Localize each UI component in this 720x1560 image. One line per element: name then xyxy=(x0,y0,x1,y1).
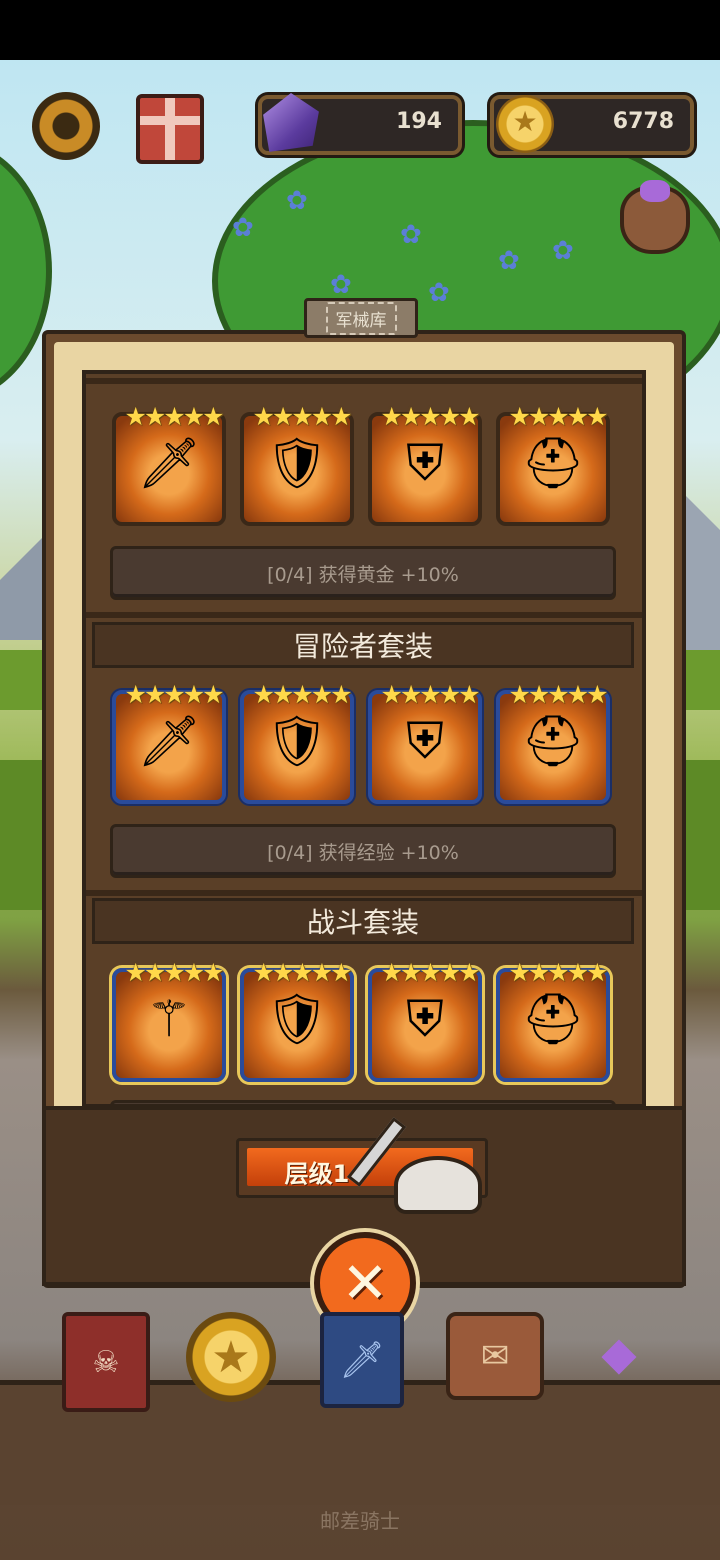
helmet-icon: ⛑ xyxy=(521,434,585,492)
gift-ribbon xyxy=(165,98,175,160)
star-rating: ★★★★★ xyxy=(380,680,480,709)
flower: ✿ xyxy=(330,270,352,300)
flower: ✿ xyxy=(286,186,308,216)
star-rating: ★★★★★ xyxy=(508,680,608,709)
set-title: 战斗套装 xyxy=(92,898,634,944)
sword-icon: 🗡 xyxy=(137,434,201,492)
set-bonus: [0/4] 获得经验 +10% xyxy=(110,824,616,878)
backpack-icon[interactable]: ✉ xyxy=(446,1312,544,1400)
equipment-slot[interactable]: ★★★★★ 🛡 xyxy=(240,402,354,526)
star-rating: ★★★★★ xyxy=(124,402,224,431)
set-title: 冒险者套装 xyxy=(92,622,634,668)
settings-gear-icon[interactable] xyxy=(32,87,100,165)
flower: ✿ xyxy=(400,220,422,250)
star-rating: ★★★★★ xyxy=(252,680,352,709)
equipment-slot[interactable]: ★★★★★ ⛨ xyxy=(368,958,482,1082)
star-rating: ★★★★★ xyxy=(508,402,608,431)
set-divider xyxy=(86,612,642,618)
star-rating: ★★★★★ xyxy=(380,402,480,431)
star-rating: ★★★★★ xyxy=(380,958,480,987)
helmet-dome xyxy=(394,1156,482,1214)
dagger-icon: 🗡 xyxy=(137,712,201,770)
panel-title-tab: 军械库 xyxy=(304,298,418,338)
equipment-slot[interactable]: ★★★★★ ⛑ xyxy=(496,958,610,1082)
gold-coin-icon[interactable]: ★ xyxy=(186,1312,276,1402)
star-rating: ★★★★★ xyxy=(252,402,352,431)
equipment-set-list[interactable]: ★★★★★ 🗡 ★★★★★ 🛡 ★★★★★ ⛨ ★★★★★ ⛑ [0/4] 获得… xyxy=(82,370,646,1108)
loot-bag-icon[interactable] xyxy=(620,180,690,254)
gem-counter[interactable]: 194 xyxy=(258,93,462,155)
gift-ribbon xyxy=(140,116,200,125)
equipment-slot[interactable]: ★★★★★ ⛑ xyxy=(496,402,610,526)
equipment-slot[interactable]: ★★★★★ ⛨ xyxy=(368,680,482,804)
mace-icon: ⚚ xyxy=(146,990,192,1048)
flower: ✿ xyxy=(498,246,520,276)
flower: ✿ xyxy=(428,278,450,308)
kite-shield-icon: 🛡 xyxy=(265,712,329,770)
set-bonus: [0/4] 获得黄金 +10% xyxy=(110,546,616,600)
flower: ✿ xyxy=(232,213,254,243)
gift-box-icon[interactable] xyxy=(136,94,204,164)
flower: ✿ xyxy=(552,236,574,266)
treasure-loot-icon[interactable]: ◆ xyxy=(574,1312,664,1394)
plate-armor-icon: ⛨ xyxy=(406,434,444,492)
status-bar xyxy=(0,0,720,60)
gear-tooth xyxy=(56,87,76,165)
equipment-slot[interactable]: ★★★★★ 🗡 xyxy=(112,402,226,526)
gem-amount: 194 xyxy=(396,109,442,134)
purple-gem-icon xyxy=(263,93,319,152)
set-divider xyxy=(86,378,642,384)
round-shield-icon: 🛡 xyxy=(265,434,329,492)
equipment-slot[interactable]: ★★★★★ ⚚ xyxy=(112,958,226,1082)
golden-armor-icon: ⛨ xyxy=(406,990,444,1048)
set-divider xyxy=(86,890,642,896)
star-rating: ★★★★★ xyxy=(124,680,224,709)
armory-cards-icon[interactable]: 🗡 xyxy=(320,1312,404,1408)
gold-amount: 6778 xyxy=(612,109,674,134)
gold-coin-icon: ★ xyxy=(496,95,554,153)
helmet-sword-icon xyxy=(346,1117,482,1214)
footer-caption: 邮差骑士 xyxy=(320,1509,400,1533)
equipment-slot[interactable]: ★★★★★ 🛡 xyxy=(240,680,354,804)
panel-title: 军械库 xyxy=(325,301,397,335)
quest-book-icon[interactable]: ☠ xyxy=(62,1312,150,1412)
star-rating: ★★★★★ xyxy=(252,958,352,987)
star-rating: ★★★★★ xyxy=(124,958,224,987)
equipment-slot[interactable]: ★★★★★ ⛑ xyxy=(496,680,610,804)
equipment-slot[interactable]: ★★★★★ 🛡 xyxy=(240,958,354,1082)
equipment-slot[interactable]: ★★★★★ ⛨ xyxy=(368,402,482,526)
equipment-slot[interactable]: ★★★★★ 🗡 xyxy=(112,680,226,804)
golden-shield-icon: 🛡 xyxy=(265,990,329,1048)
gold-counter[interactable]: ★ 6778 xyxy=(490,95,694,155)
star-rating: ★★★★★ xyxy=(508,958,608,987)
bag-gem xyxy=(640,180,670,202)
kettle-helmet-icon: ⛑ xyxy=(521,712,585,770)
plate-armor-icon: ⛨ xyxy=(406,712,444,770)
golden-helmet-icon: ⛑ xyxy=(521,990,585,1048)
